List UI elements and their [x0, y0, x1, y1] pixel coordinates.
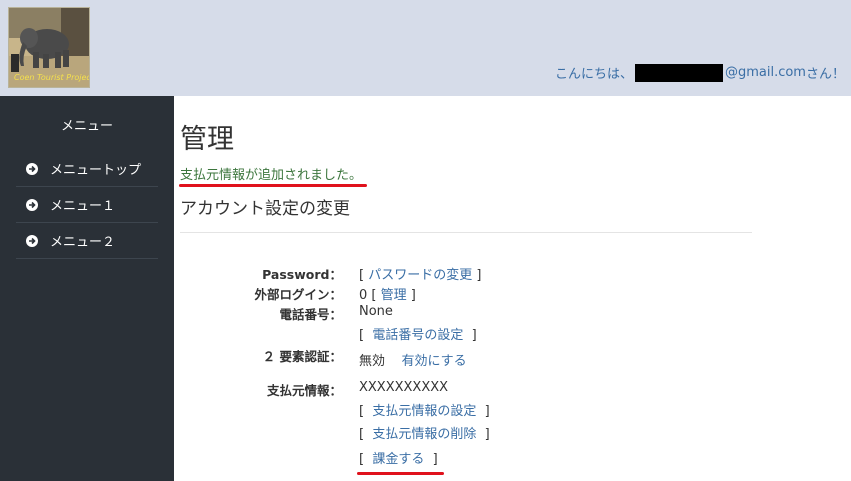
row-payment-delete: [ 支払元情報の削除 ] [180, 423, 780, 448]
greeting-suffix: さん！ [805, 67, 845, 82]
highlight-underline-charge [357, 472, 444, 475]
section-title: アカウント設定の変更 [180, 199, 350, 219]
two-factor-value: 無効 有効にする [359, 350, 467, 369]
arrow-circle-right-icon [26, 162, 38, 175]
payment-label: 支払元情報： [266, 383, 342, 398]
account-settings-list: Password： [ パスワードの変更 ] 外部ログイン： 0 [ 管理 ] … [180, 264, 780, 467]
site-logo[interactable]: Coen Tourist Project [8, 7, 90, 88]
manage-logins-link[interactable]: 管理 [381, 288, 407, 303]
external-login-count: 0 [359, 288, 368, 303]
row-phone-link: [ 電話番号の設定 ] [180, 324, 780, 344]
greeting-prefix: こんにちは、 [554, 67, 633, 82]
status-message: 支払元情報が追加されました。 [180, 168, 363, 183]
row-payment-charge: [ 課金する ] [180, 448, 780, 468]
payment-delete-wrap: [ 支払元情報の削除 ] [359, 427, 490, 442]
sidebar-item-menu-2[interactable]: メニュー２ [16, 223, 158, 259]
payment-charge-wrap: [ 課金する ] [359, 452, 438, 467]
redacted-username-block [634, 63, 723, 82]
sidebar-title: メニュー [60, 119, 113, 134]
greeting[interactable]: こんにちは、 @gmail.com さん！ [555, 63, 845, 82]
arrow-circle-right-icon [26, 234, 38, 247]
phone-value: None [359, 304, 393, 319]
sidebar-item-label: メニュー２ [50, 235, 116, 250]
page-title: 管理 [180, 124, 234, 155]
greeting-email-suffix: @gmail.com [724, 65, 806, 80]
arrow-circle-right-icon [26, 198, 38, 211]
header: Coen Tourist Project こんにちは、 @gmail.com さ… [0, 0, 851, 96]
phone-link-wrap: [ 電話番号の設定 ] [359, 328, 477, 343]
sidebar: メニュー メニュートップ メニュー１ メニュー２ [0, 96, 174, 481]
charge-link[interactable]: 課金する [372, 452, 424, 467]
password-label: Password： [262, 267, 342, 282]
row-external-login: 外部ログイン： 0 [ 管理 ] [180, 284, 780, 304]
set-phone-link[interactable]: 電話番号の設定 [372, 328, 463, 343]
payment-value: XXXXXXXXXX [359, 380, 449, 395]
sidebar-item-label: メニュー１ [50, 199, 116, 214]
row-password: Password： [ パスワードの変更 ] [180, 264, 780, 284]
row-phone: 電話番号： None [180, 304, 780, 324]
external-login-value: 0 [ 管理 ] [359, 288, 416, 303]
main-content: 管理 支払元情報が追加されました。 アカウント設定の変更 Password： [… [179, 96, 840, 475]
row-payment: 支払元情報： XXXXXXXXXX [180, 380, 780, 400]
logo-caption: Coen Tourist Project [14, 73, 89, 82]
change-password-link[interactable]: パスワードの変更 [368, 268, 472, 283]
sidebar-menu: メニュートップ メニュー１ メニュー２ [16, 151, 158, 259]
enable-two-factor-link[interactable]: 有効にする [402, 354, 467, 369]
divider [180, 232, 752, 233]
two-factor-status: 無効 [359, 354, 386, 369]
sidebar-item-menu-1[interactable]: メニュー１ [16, 187, 158, 223]
sidebar-item-label: メニュートップ [50, 163, 142, 178]
row-payment-set: [ 支払元情報の設定 ] [180, 400, 780, 423]
delete-payment-link[interactable]: 支払元情報の削除 [372, 427, 476, 442]
elephant-logo-image: Coen Tourist Project [9, 8, 89, 87]
row-two-factor: ２ 要素認証： 無効 有効にする [180, 348, 780, 370]
password-value: [ パスワードの変更 ] [359, 268, 482, 283]
set-payment-link[interactable]: 支払元情報の設定 [372, 404, 476, 419]
payment-set-wrap: [ 支払元情報の設定 ] [359, 404, 490, 419]
two-factor-label: ２ 要素認証： [262, 349, 342, 364]
phone-label: 電話番号： [279, 307, 342, 322]
sidebar-item-menu-top[interactable]: メニュートップ [16, 151, 158, 187]
highlight-underline [179, 184, 367, 187]
external-login-label: 外部ログイン： [254, 287, 342, 302]
